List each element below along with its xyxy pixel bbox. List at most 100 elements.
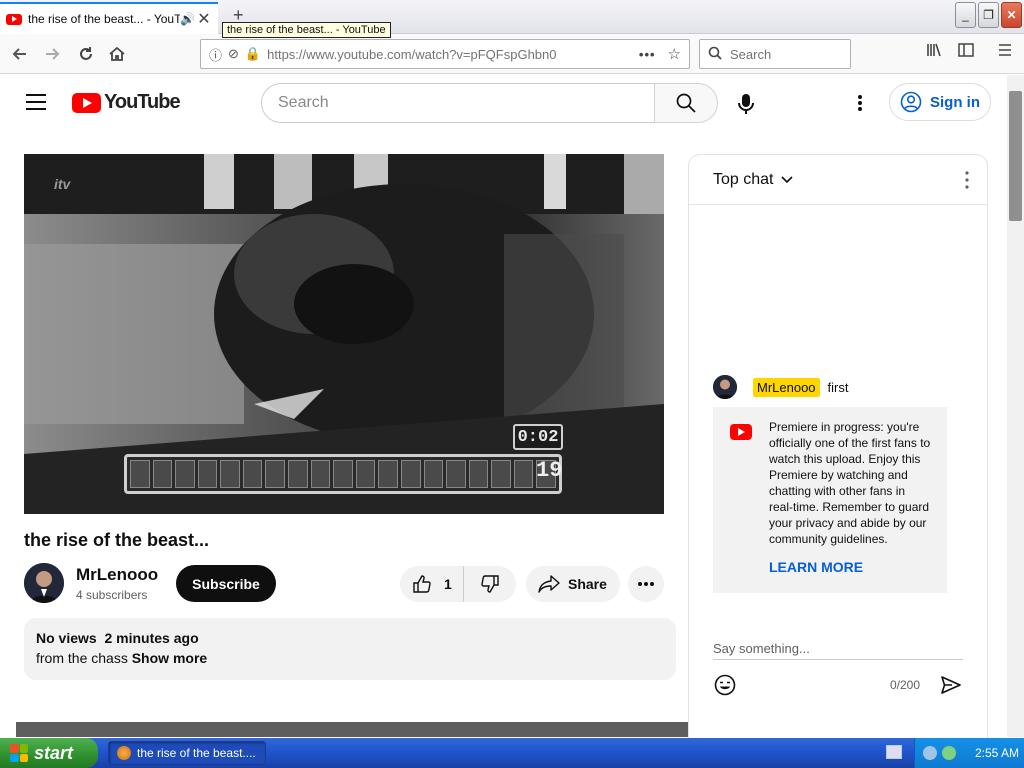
lock-icon[interactable]: 🔒 (245, 46, 261, 62)
premiere-notice-text: Premiere in progress: you're officially … (769, 420, 931, 546)
character-counter: 0/200 (890, 678, 921, 692)
page-actions-icon[interactable]: ••• (639, 47, 656, 62)
emoji-icon[interactable] (713, 673, 737, 697)
dislike-button[interactable] (464, 566, 516, 602)
browser-titlebar: the rise of the beast... - YouTube 🔊 ✕ +… (0, 0, 1024, 38)
scrollbar-thumb[interactable] (1009, 91, 1022, 221)
subscriber-count: 4 subscribers (76, 588, 148, 602)
speaker-icon[interactable]: 🔊 (180, 12, 196, 26)
chat-header: Top chat (689, 155, 987, 205)
search-icon (676, 93, 696, 113)
description-text-line: from the chass Show more (36, 650, 664, 666)
vertical-scrollbar[interactable] (1007, 75, 1024, 737)
chat-kebab-icon[interactable] (965, 171, 969, 189)
share-icon (538, 575, 560, 593)
upload-time: 2 minutes ago (104, 630, 199, 646)
start-button[interactable]: start (0, 738, 98, 768)
like-button[interactable]: 1 (400, 566, 464, 602)
chat-mode-label: Top chat (713, 170, 774, 188)
like-dislike-group: 1 (400, 566, 516, 602)
window-controls: _ ❐ ✕ (955, 2, 1022, 28)
chat-mode-dropdown[interactable]: Top chat (713, 170, 794, 189)
description-text: from the chass (36, 650, 128, 666)
taskbar-window-button[interactable]: the rise of the beast.... (108, 741, 266, 765)
browser-search-placeholder: Search (730, 46, 772, 62)
library-icon[interactable] (926, 42, 942, 62)
view-count: No views (36, 630, 97, 646)
close-window-button[interactable]: ✕ (1001, 2, 1022, 28)
clock[interactable]: 2:55 AM (975, 746, 1019, 760)
info-icon[interactable]: ⓘ (209, 45, 222, 64)
start-label: start (34, 742, 74, 763)
sidebar-icon[interactable] (958, 42, 974, 62)
security-icon[interactable] (942, 746, 956, 760)
sign-in-label: Sign in (930, 93, 980, 111)
tab-title: the rise of the beast... - YouTube (28, 12, 180, 26)
reload-icon[interactable] (72, 40, 100, 68)
home-icon[interactable] (103, 40, 131, 68)
overlay-number: 19 (536, 458, 563, 483)
youtube-icon (730, 424, 752, 440)
hamburger-icon[interactable] (26, 94, 46, 110)
sign-in-button[interactable]: Sign in (889, 83, 991, 121)
firefox-icon (117, 746, 131, 760)
chat-input[interactable]: Say something... (713, 641, 963, 660)
live-chat-panel: Top chat MrLenooo first Premiere in prog… (688, 154, 988, 744)
channel-name[interactable]: MrLenooo (76, 565, 158, 585)
browser-tab[interactable]: the rise of the beast... - YouTube 🔊 ✕ (0, 2, 218, 34)
youtube-play-icon (72, 92, 101, 113)
chat-message: MrLenooo first (689, 372, 971, 402)
description-meta: No views 2 minutes ago (36, 630, 664, 646)
share-button[interactable]: Share (526, 566, 620, 602)
tab-tooltip: the rise of the beast... - YouTube (222, 22, 391, 38)
close-icon[interactable]: ✕ (196, 9, 212, 29)
url-text[interactable]: https://www.youtube.com/watch?v=pFQFspGh… (267, 47, 639, 62)
back-arrow-icon[interactable] (6, 40, 34, 68)
share-label: Share (568, 576, 607, 592)
show-more-link[interactable]: Show more (132, 650, 207, 666)
like-count: 1 (444, 576, 452, 592)
video-title: the rise of the beast... (24, 530, 210, 550)
user-icon (900, 91, 922, 113)
description-box[interactable]: No views 2 minutes ago from the chass Sh… (24, 618, 676, 680)
taskbar: start the rise of the beast.... 2:55 AM (0, 738, 1024, 768)
network-icon[interactable] (923, 746, 937, 760)
windows-flag-icon (10, 744, 28, 762)
search-input[interactable]: Search (261, 83, 655, 123)
keyboard-icon[interactable] (886, 745, 902, 759)
taskbar-window-label: the rise of the beast.... (137, 746, 256, 760)
browser-navbar: ⓘ ⊘ 🔒 https://www.youtube.com/watch?v=pF… (0, 34, 1024, 74)
more-actions-button[interactable] (628, 566, 664, 602)
restore-button[interactable]: ❐ (978, 2, 999, 28)
forward-arrow-icon[interactable] (38, 40, 66, 68)
thumb-down-icon (481, 575, 499, 593)
minimize-button[interactable]: _ (955, 2, 976, 28)
youtube-masthead: YouTube Search Sign in (0, 75, 1024, 131)
settings-kebab-icon[interactable] (850, 93, 870, 113)
channel-avatar[interactable] (24, 563, 64, 603)
search-button[interactable] (654, 83, 718, 123)
star-icon[interactable]: ☆ (668, 45, 681, 63)
tracking-icon[interactable]: ⊘ (228, 46, 239, 62)
thumb-up-icon (413, 575, 431, 593)
premiere-notice: Premiere in progress: you're officially … (713, 407, 947, 593)
youtube-logo[interactable]: YouTube (72, 91, 181, 114)
learn-more-link[interactable]: LEARN MORE (769, 559, 863, 575)
video-player[interactable]: itv 0:02 19 (24, 154, 664, 514)
mic-icon[interactable] (735, 92, 757, 116)
search-icon (708, 46, 722, 63)
menu-icon[interactable] (997, 42, 1013, 62)
youtube-logo-text: YouTube (104, 91, 181, 113)
chat-author-name[interactable]: MrLenooo (753, 377, 820, 397)
chat-author-avatar[interactable] (713, 375, 737, 399)
send-icon[interactable] (939, 673, 963, 697)
chevron-down-icon (781, 175, 794, 183)
url-bar[interactable]: ⓘ ⊘ 🔒 https://www.youtube.com/watch?v=pF… (200, 39, 690, 69)
chat-message-text: first (827, 379, 849, 395)
browser-search-field[interactable]: Search (699, 39, 851, 69)
overlay-progress-bar (124, 454, 562, 494)
system-tray: 2:55 AM (914, 738, 1024, 768)
overlay-timer: 0:02 (513, 424, 563, 450)
subscribe-button[interactable]: Subscribe (176, 565, 276, 602)
youtube-favicon-icon (6, 13, 22, 25)
